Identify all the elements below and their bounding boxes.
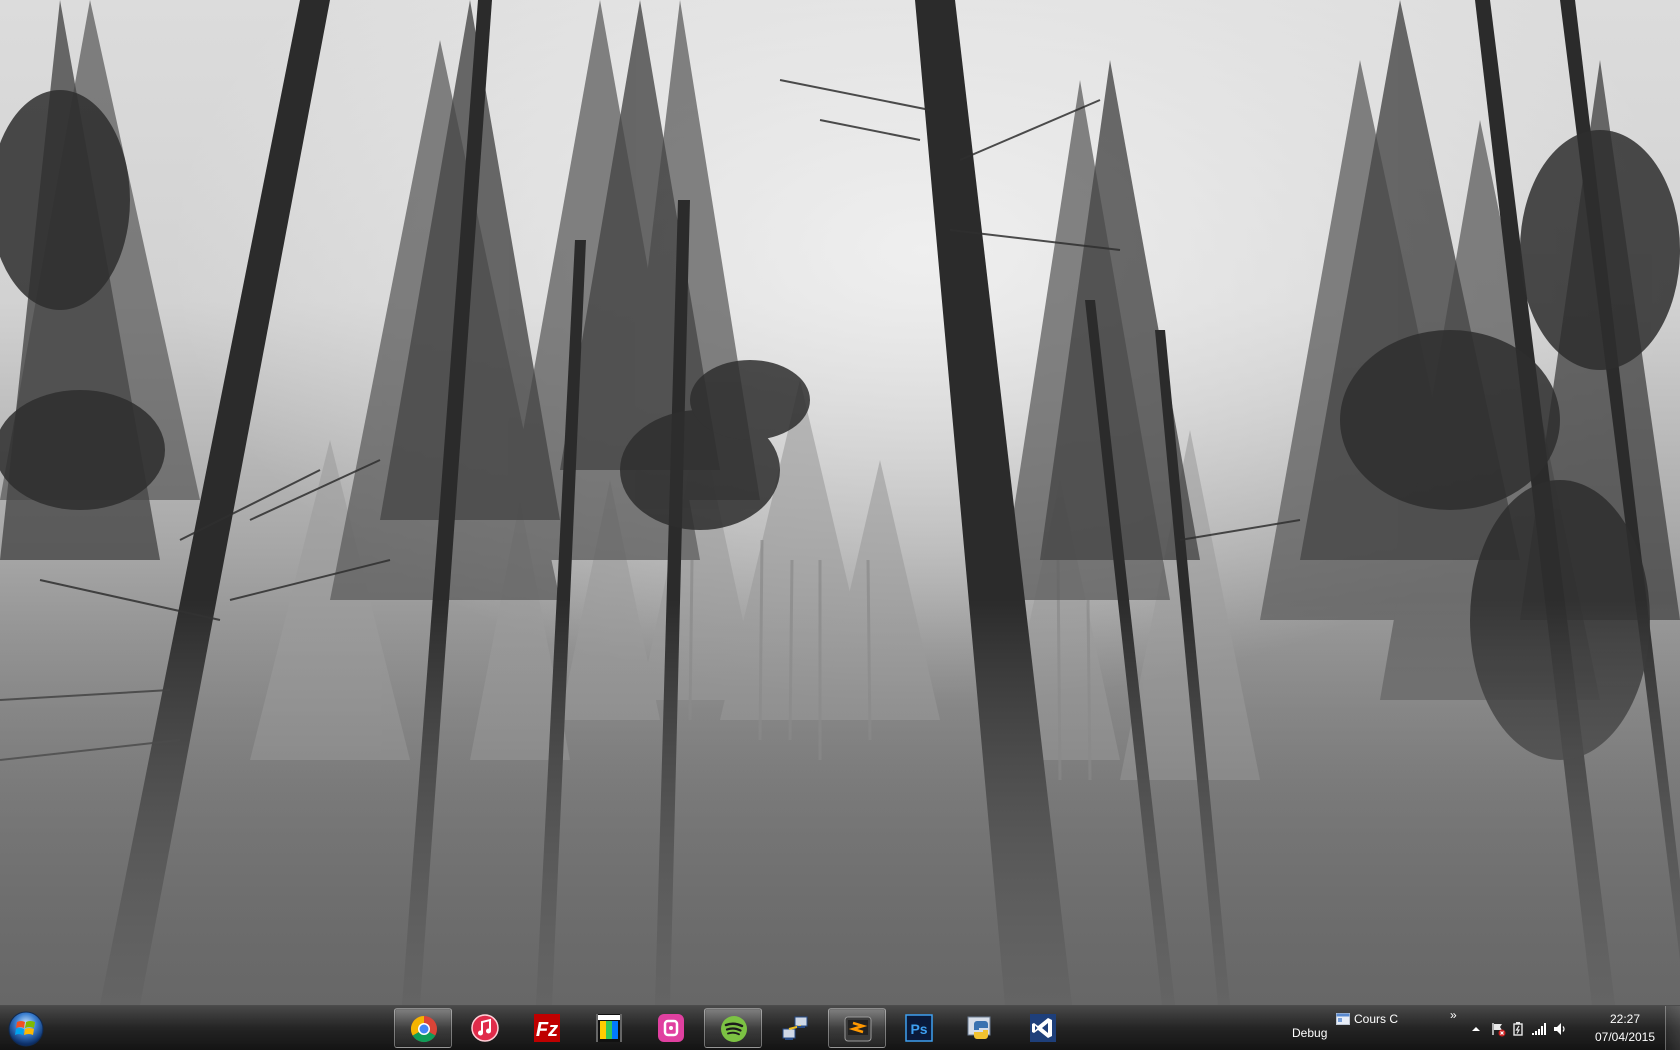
- pink-app-icon: [655, 1013, 687, 1043]
- network-signal-icon[interactable]: [1531, 1021, 1547, 1037]
- debug-toolbar-label[interactable]: Debug: [1292, 1026, 1327, 1040]
- taskbar-pink-app-button[interactable]: [642, 1008, 700, 1048]
- movie-studio-icon: [593, 1013, 625, 1043]
- taskbar-sublime-text-button[interactable]: [828, 1008, 886, 1048]
- clock-date: 07/04/2015: [1594, 1030, 1656, 1044]
- start-button[interactable]: [4, 1008, 48, 1048]
- clock[interactable]: 22:27 07/04/2015: [1589, 1010, 1661, 1046]
- volume-icon[interactable]: [1552, 1021, 1568, 1037]
- itunes-icon: [469, 1013, 501, 1043]
- filezilla-icon: Fz: [531, 1013, 563, 1043]
- desktop: Fz Ps Debug Cours C » 22:27 07/04/2015: [0, 0, 1680, 1050]
- window-icon: [1336, 1013, 1350, 1025]
- foggy-forest-wallpaper: [0, 0, 1680, 1005]
- photoshop-icon: Ps: [903, 1013, 935, 1043]
- taskbar-network-tool-button[interactable]: [766, 1008, 824, 1048]
- visual-studio-icon: [1027, 1013, 1059, 1043]
- cours-c-label: Cours C: [1354, 1012, 1399, 1026]
- windows-start-orb-icon: [8, 1011, 44, 1047]
- taskbar-python-button[interactable]: [952, 1008, 1010, 1048]
- svg-text:Fz: Fz: [536, 1019, 558, 1041]
- toolbar-more-chevron-icon[interactable]: »: [1450, 1008, 1457, 1022]
- clock-time: 22:27: [1609, 1012, 1641, 1026]
- action-center-flag-icon[interactable]: [1490, 1021, 1506, 1037]
- show-desktop-button[interactable]: [1665, 1006, 1680, 1050]
- tray-overflow-up-arrow-icon[interactable]: [1468, 1021, 1484, 1037]
- spotify-icon: [718, 1014, 750, 1044]
- taskbar-spotify-button[interactable]: [704, 1008, 762, 1048]
- cours-c-toolbar-item[interactable]: Cours C: [1336, 1010, 1398, 1028]
- taskbar-chrome-button[interactable]: [394, 1008, 452, 1048]
- svg-text:Ps: Ps: [910, 1021, 927, 1037]
- taskbar-itunes-button[interactable]: [456, 1008, 514, 1048]
- sublime-text-icon: [842, 1014, 874, 1044]
- taskbar-photoshop-button[interactable]: Ps: [890, 1008, 948, 1048]
- system-tray: 22:27 07/04/2015: [1462, 1006, 1680, 1050]
- taskbar-visual-studio-button[interactable]: [1014, 1008, 1072, 1048]
- taskbar-filezilla-button[interactable]: Fz: [518, 1008, 576, 1048]
- network-tool-icon: [779, 1013, 811, 1043]
- power-icon[interactable]: [1510, 1021, 1526, 1037]
- taskbar-toolbars: Debug Cours C »: [1280, 1006, 1460, 1050]
- chrome-icon: [408, 1014, 440, 1044]
- taskbar-movie-studio-button[interactable]: [580, 1008, 638, 1048]
- taskbar: Fz Ps Debug Cours C » 22:27 07/04/2015: [0, 1005, 1680, 1050]
- python-icon: [965, 1013, 997, 1043]
